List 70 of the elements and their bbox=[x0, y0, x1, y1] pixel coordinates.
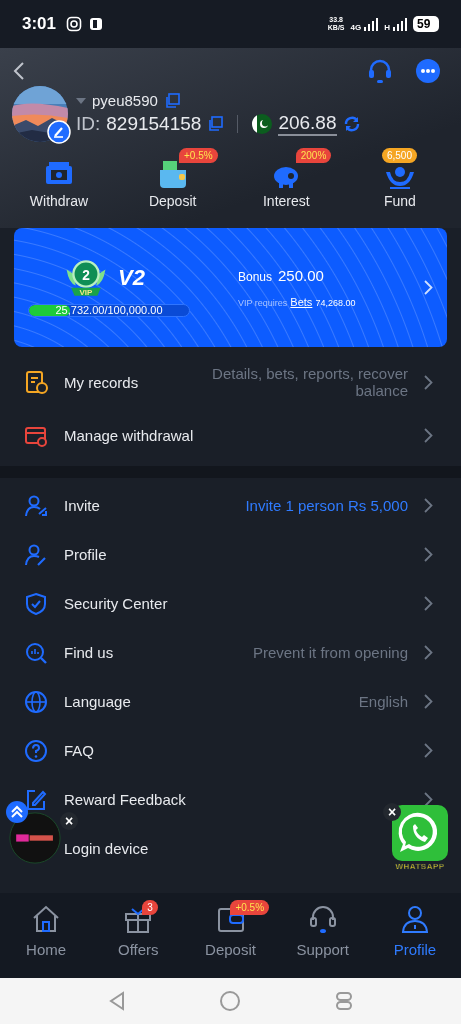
battery-level: 59 bbox=[413, 16, 439, 32]
clock-text: 3:01 bbox=[22, 14, 57, 34]
caret-icon[interactable] bbox=[76, 97, 86, 104]
requirement-amount: 74,268.00 bbox=[315, 298, 356, 308]
edit-icon[interactable] bbox=[47, 120, 71, 144]
nav-tab[interactable]: Deposit +0.5% bbox=[184, 903, 277, 978]
menu-item[interactable]: Security Center bbox=[0, 579, 461, 628]
nav-tab[interactable]: Support bbox=[276, 903, 369, 978]
logo-icon[interactable] bbox=[9, 812, 61, 864]
menu-item[interactable]: Manage withdrawal bbox=[0, 411, 461, 460]
copy-icon[interactable] bbox=[207, 116, 224, 132]
action-button[interactable]: Deposit +0.5% bbox=[127, 148, 218, 209]
badge: +0.5% bbox=[179, 148, 218, 163]
menu-item[interactable]: Profile bbox=[0, 530, 461, 579]
headset-icon[interactable] bbox=[367, 58, 393, 84]
nav-tab[interactable]: Offers 3 bbox=[92, 903, 185, 978]
whatsapp-label: WHATSAPP bbox=[395, 862, 445, 871]
search-icon bbox=[24, 640, 48, 665]
menu-item[interactable]: My records Details, bets, reports, recover balance bbox=[0, 353, 461, 411]
close-button[interactable]: × bbox=[383, 803, 401, 821]
badge: 200% bbox=[295, 148, 332, 163]
menu-item-value: Prevent it from opening bbox=[252, 644, 408, 661]
username: pyeu8590 bbox=[92, 92, 158, 109]
camera-icon bbox=[66, 16, 83, 32]
signal-icon bbox=[391, 16, 407, 32]
close-button[interactable]: × bbox=[60, 812, 78, 830]
nav-tab[interactable]: Profile bbox=[368, 903, 461, 978]
id-label: ID: bbox=[76, 113, 101, 135]
menu-item[interactable]: FAQ bbox=[0, 726, 461, 775]
vip-level: V2 bbox=[118, 265, 145, 291]
signal-icon bbox=[362, 16, 379, 32]
action-button[interactable]: Interest 200% bbox=[241, 148, 332, 209]
copy-icon[interactable] bbox=[163, 92, 180, 109]
badge: 6,500 bbox=[381, 148, 417, 163]
flag-icon bbox=[252, 114, 273, 134]
back-icon[interactable] bbox=[12, 61, 26, 81]
menu-item-value: Invite 1 person Rs 5,000 bbox=[245, 497, 408, 514]
globe-icon bbox=[24, 689, 48, 714]
bonus-amount: 250.00 bbox=[278, 267, 324, 284]
menu-item[interactable]: Invite Invite 1 person Rs 5,000 bbox=[0, 481, 461, 530]
document-icon bbox=[24, 370, 48, 394]
app-icon bbox=[88, 16, 105, 32]
shield-icon bbox=[24, 591, 48, 616]
menu-item[interactable]: Find us Prevent it from opening bbox=[0, 628, 461, 677]
requirement-label: VIP requires bbox=[238, 298, 288, 308]
bonus-label: Bonus bbox=[238, 270, 273, 284]
add-user-icon bbox=[24, 493, 48, 518]
network-label: H bbox=[384, 23, 390, 32]
home-button-icon[interactable] bbox=[219, 990, 242, 1012]
badge: 3 bbox=[142, 900, 158, 915]
user-id: 829154158 bbox=[106, 113, 202, 135]
menu-item[interactable]: Language English bbox=[0, 677, 461, 726]
action-button[interactable]: Withdraw bbox=[14, 148, 104, 209]
action-button[interactable]: Fund 6,500 bbox=[354, 148, 445, 209]
menu-item-value: English bbox=[358, 693, 408, 710]
chat-icon[interactable] bbox=[415, 58, 441, 84]
pencil-square-icon bbox=[24, 787, 48, 812]
user-edit-icon bbox=[24, 542, 48, 567]
refresh-icon[interactable] bbox=[342, 115, 361, 133]
question-icon bbox=[24, 738, 48, 763]
bets-link[interactable]: Bets bbox=[290, 296, 313, 308]
badge: +0.5% bbox=[230, 900, 270, 915]
network-label: 4G bbox=[350, 23, 362, 32]
nav-tab[interactable]: Home bbox=[0, 903, 93, 978]
chevron-icon bbox=[424, 280, 433, 295]
balance-amount: 206.88 bbox=[278, 112, 337, 136]
menu-item-value: Details, bets, reports, recover balance bbox=[211, 365, 408, 399]
phone-bubble-icon bbox=[391, 804, 449, 862]
double-chevron-up-icon[interactable] bbox=[6, 801, 28, 823]
vip-medal: 2 VIP bbox=[64, 258, 108, 298]
